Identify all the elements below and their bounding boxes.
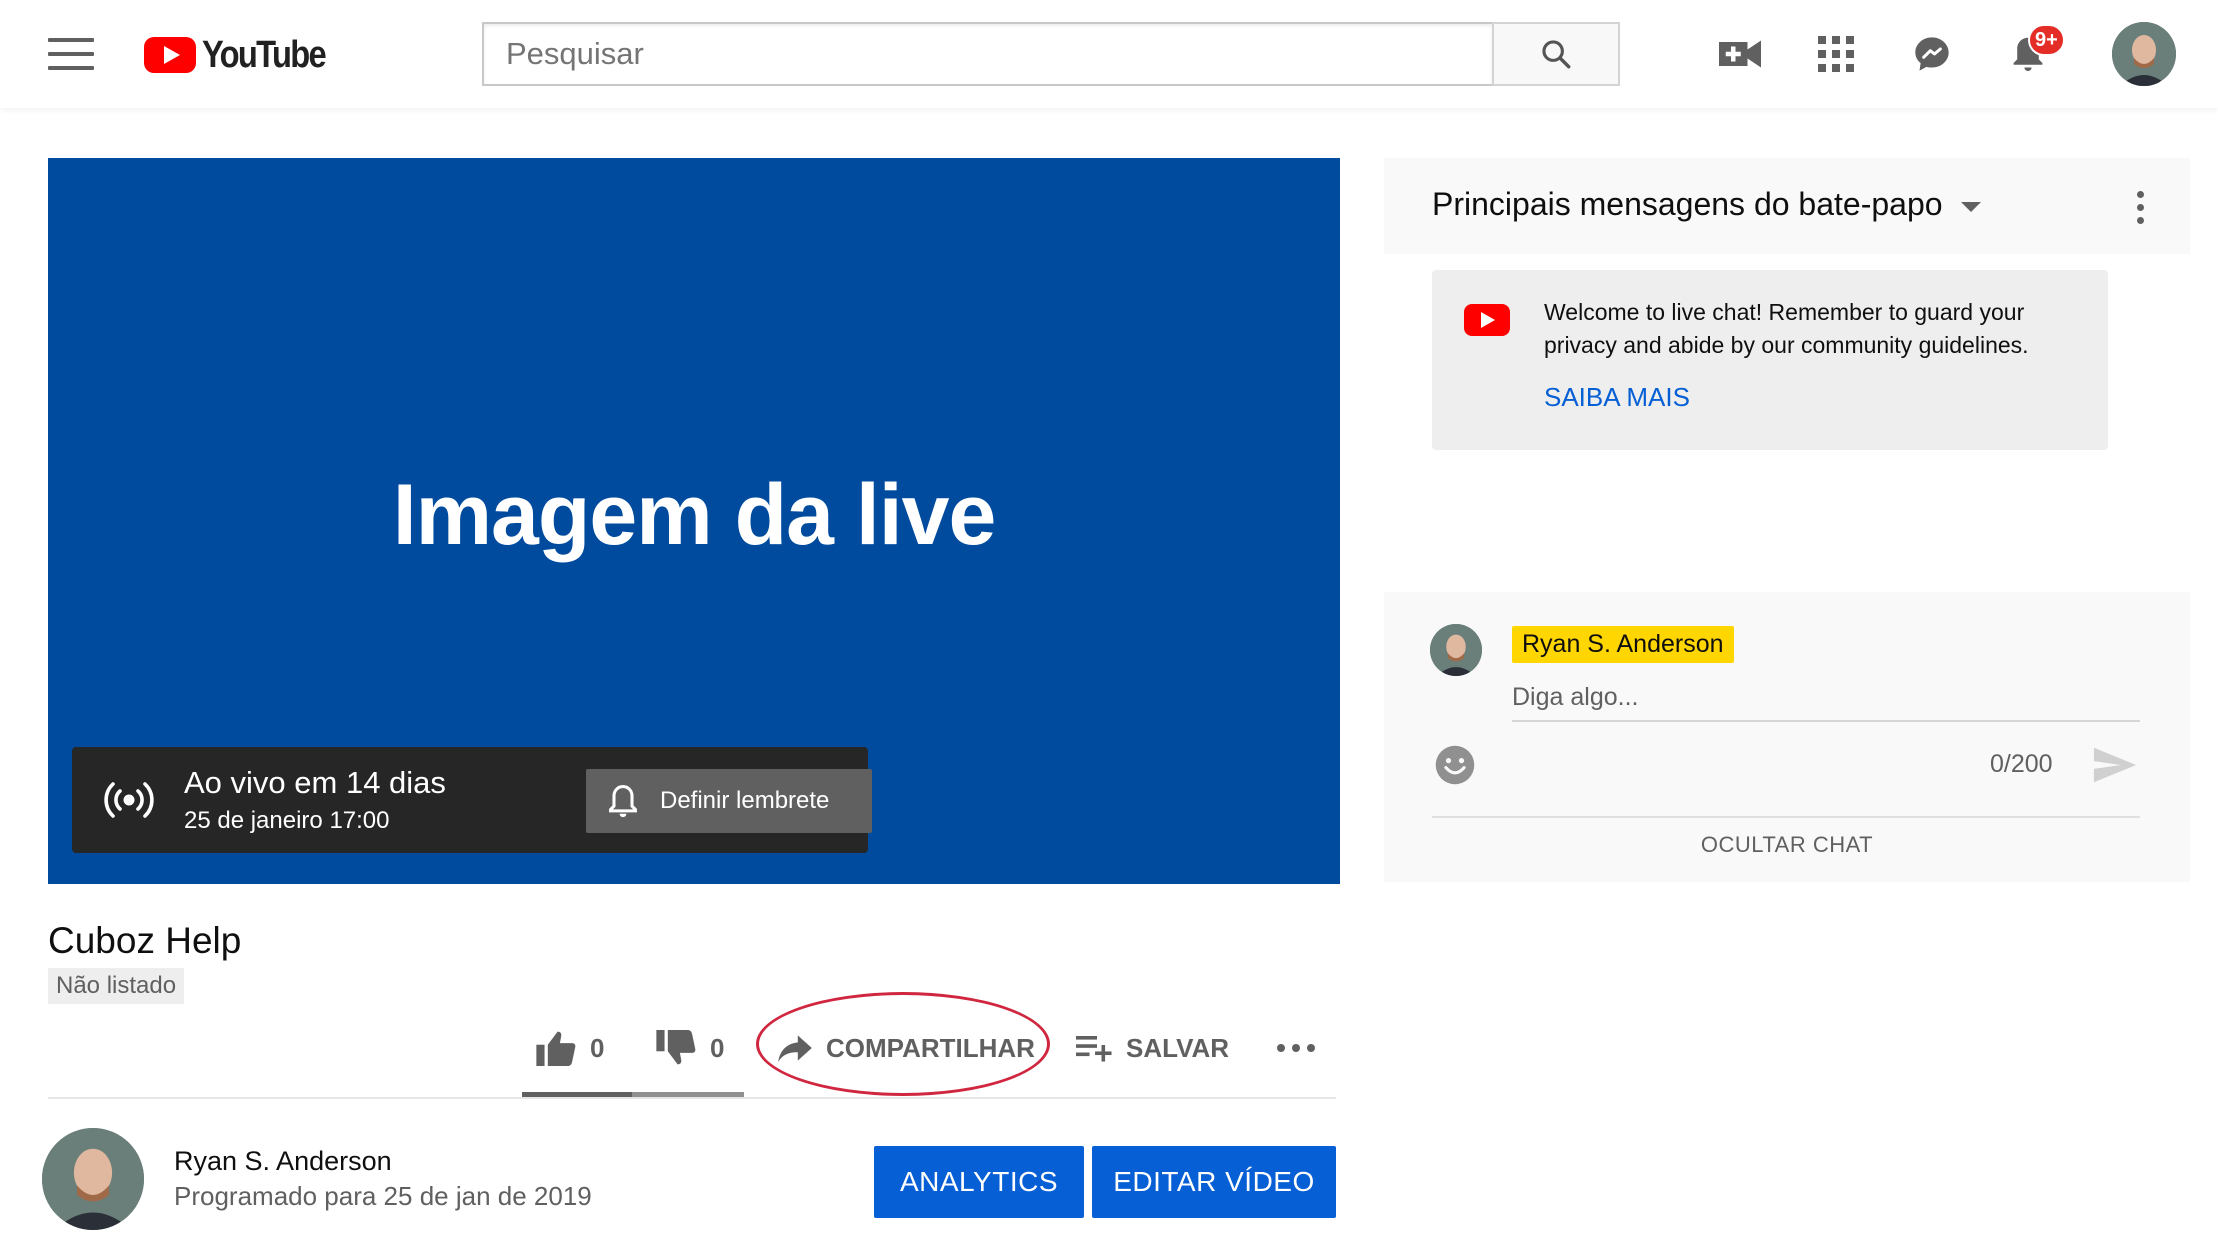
search-input[interactable] xyxy=(482,22,1492,86)
live-datetime: 25 de janeiro 17:00 xyxy=(184,807,390,834)
thumbs-down-icon xyxy=(656,1030,696,1065)
share-button[interactable]: COMPARTILHAR xyxy=(778,1010,1035,1086)
live-broadcast-icon xyxy=(104,782,154,818)
hide-chat-button[interactable]: OCULTAR CHAT xyxy=(1384,832,2190,858)
dislike-button[interactable]: 0 xyxy=(656,1010,724,1086)
search-icon xyxy=(1542,40,1571,69)
avatar-image xyxy=(2112,22,2176,86)
emoji-icon[interactable] xyxy=(1434,744,1476,786)
logo-text: YouTube xyxy=(202,33,327,76)
visibility-badge: Não listado xyxy=(48,968,185,1004)
youtube-logo[interactable]: YouTube xyxy=(144,30,345,80)
set-reminder-label: Definir lembrete xyxy=(660,787,830,814)
save-label: SALVAR xyxy=(1126,1032,1230,1063)
bell-outline-icon xyxy=(609,785,637,818)
live-countdown-card: Ao vivo em 14 dias 25 de janeiro 17:00 D… xyxy=(72,747,872,853)
chat-more-options-button[interactable] xyxy=(2120,184,2160,230)
send-icon[interactable] xyxy=(2092,742,2138,788)
account-avatar[interactable] xyxy=(2112,22,2176,86)
composer-avatar xyxy=(1430,624,1482,676)
youtube-play-icon xyxy=(144,37,196,73)
masthead: YouTube Pesquisar 9+ xyxy=(0,0,2218,108)
share-label: COMPARTILHAR xyxy=(826,1032,1035,1063)
dropdown-caret-icon xyxy=(1960,201,1981,212)
messages-button[interactable] xyxy=(1902,24,1962,84)
video-player[interactable]: Imagem da live Ao vivo em 14 dias 25 de … xyxy=(48,158,1340,884)
welcome-text: Welcome to live chat! Remember to guard … xyxy=(1544,299,2029,358)
save-to-playlist-button[interactable]: SALVAR xyxy=(1076,1010,1229,1086)
edit-video-button[interactable]: EDITAR VÍDEO xyxy=(1092,1146,1336,1218)
notifications-button[interactable]: 9+ xyxy=(1998,24,2065,84)
composer-avatar-image xyxy=(1430,624,1482,676)
chat-header: Principais mensagens do bate-papo xyxy=(1384,158,2190,254)
chat-message-input[interactable] xyxy=(1512,674,2140,722)
more-vertical-icon xyxy=(2136,190,2144,198)
char-counter: 0/200 xyxy=(1990,750,2053,778)
chat-welcome-message: Welcome to live chat! Remember to guard … xyxy=(1432,270,2108,450)
search-bar xyxy=(482,22,1620,86)
owner-avatar-image xyxy=(42,1128,144,1230)
apps-button[interactable] xyxy=(1806,24,1866,84)
more-actions-button[interactable] xyxy=(1276,1010,1316,1086)
chat-title: Principais mensagens do bate-papo xyxy=(1432,186,1943,222)
analytics-button[interactable]: ANALYTICS xyxy=(874,1146,1084,1218)
set-reminder-button[interactable]: Definir lembrete xyxy=(586,769,872,833)
owner-avatar[interactable] xyxy=(42,1128,144,1230)
create-video-button[interactable] xyxy=(1710,24,1770,84)
more-horizontal-icon xyxy=(1277,1044,1315,1052)
like-count: 0 xyxy=(590,1032,605,1063)
player-placeholder-title: Imagem da live xyxy=(392,467,997,563)
video-title: Cuboz Help xyxy=(48,920,242,961)
like-button[interactable]: 0 xyxy=(536,1010,604,1086)
chat-composer: Ryan S. Anderson 0/200 OCULTAR CHAT xyxy=(1384,592,2190,882)
notification-badge: 9+ xyxy=(2028,24,2065,56)
search-button[interactable] xyxy=(1492,22,1620,86)
live-status-text: Ao vivo em 14 dias xyxy=(184,765,446,800)
video-camera-add-icon xyxy=(1719,40,1761,68)
apps-grid-icon xyxy=(1818,36,1854,72)
composer-divider xyxy=(1432,816,2140,818)
scheduled-date: Programado para 25 de jan de 2019 xyxy=(174,1181,592,1211)
learn-more-link[interactable]: SAIBA MAIS xyxy=(1544,382,1690,413)
chat-author-name: Ryan S. Anderson xyxy=(1512,626,1734,663)
messages-icon xyxy=(1915,37,1949,71)
playlist-add-icon xyxy=(1076,1036,1112,1062)
owner-name[interactable]: Ryan S. Anderson xyxy=(174,1146,392,1177)
youtube-logo-icon xyxy=(1464,304,1510,336)
thumbs-up-icon xyxy=(536,1031,576,1066)
info-divider xyxy=(48,1097,1336,1099)
chat-mode-dropdown[interactable]: Principais mensagens do bate-papo xyxy=(1432,186,1981,223)
live-chat-panel: Principais mensagens do bate-papo Welcom… xyxy=(1384,158,2190,882)
share-arrow-icon xyxy=(778,1035,812,1062)
dislike-count: 0 xyxy=(710,1032,725,1063)
menu-icon[interactable] xyxy=(48,38,94,72)
